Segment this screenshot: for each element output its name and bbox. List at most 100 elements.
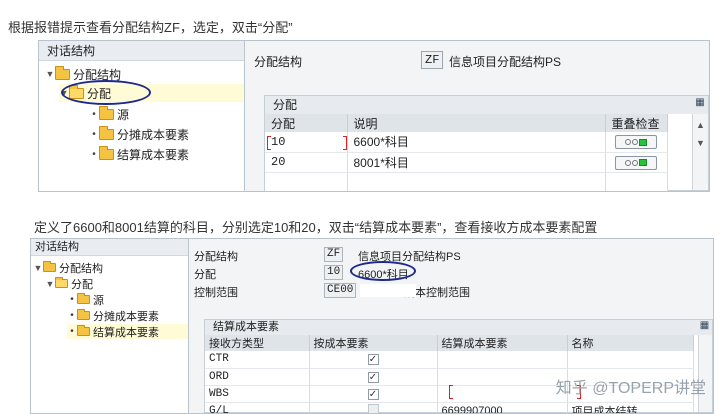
tree-node-level1[interactable]: ▼ 分配 bbox=[45, 276, 93, 291]
assignment-table: 分配 说明 重叠检查 10 6600*科目 20 8001*科目 bbox=[265, 114, 668, 191]
tree-node-child[interactable]: • 分摊成本要素 bbox=[67, 308, 159, 323]
red-marker bbox=[449, 385, 453, 399]
by-element-checkbox[interactable]: ✓ bbox=[367, 354, 379, 366]
folder-icon bbox=[55, 65, 70, 80]
empty-cell bbox=[265, 172, 348, 191]
assignment-cell[interactable]: 10 bbox=[265, 132, 348, 153]
receiver-type-cell[interactable]: G/L bbox=[205, 402, 310, 413]
text-cell[interactable]: 8001*科目 bbox=[347, 152, 606, 173]
tree-node-child[interactable]: • 结算成本要素 bbox=[89, 145, 189, 163]
folder-open-icon bbox=[55, 277, 68, 288]
circle-icon bbox=[632, 159, 638, 166]
controlling-area-key-field[interactable]: CE00 bbox=[324, 283, 357, 298]
vertical-scrollbar[interactable]: ▲ ▼ bbox=[692, 114, 708, 190]
tree-node-root[interactable]: ▼ 分配结构 bbox=[33, 260, 103, 275]
chevron-down-icon[interactable]: ▼ bbox=[33, 263, 43, 273]
structure-key-field[interactable]: ZF bbox=[421, 51, 444, 69]
chevron-down-icon[interactable]: ▼ bbox=[45, 279, 55, 289]
tree-node-label: 分摊成本要素 bbox=[117, 127, 190, 142]
name-cell bbox=[567, 351, 694, 369]
green-status-icon bbox=[639, 138, 647, 146]
tree-node-label: 分摊成本要素 bbox=[93, 310, 159, 323]
scroll-down-icon[interactable]: ▼ bbox=[693, 138, 708, 148]
tree-node-label: 分配结构 bbox=[59, 262, 103, 275]
watermark: 知乎 @TOPERP讲堂 bbox=[555, 380, 706, 397]
tree-node-label: 源 bbox=[93, 294, 104, 307]
table-settings-icon[interactable]: ▦ bbox=[693, 97, 707, 113]
folder-icon bbox=[43, 261, 56, 272]
caption-middle: 定义了6600和8001结算的科目，分别选定10和20，双击“结算成本要素”，查… bbox=[34, 220, 598, 235]
tree-node-label: 结算成本要素 bbox=[117, 147, 190, 162]
by-element-cell[interactable]: ✓ bbox=[309, 351, 438, 369]
by-element-cell[interactable] bbox=[309, 402, 438, 413]
assignment-group: 分配 分配 说明 重叠检查 10 6600*科目 20 8001*科目 ▲ ▼ … bbox=[264, 95, 709, 191]
circle-icon bbox=[632, 139, 638, 146]
tree-node-child[interactable]: • 源 bbox=[89, 105, 129, 123]
circle-icon bbox=[625, 159, 631, 166]
column-header[interactable]: 说明 bbox=[347, 114, 606, 132]
element-cell[interactable] bbox=[437, 385, 568, 403]
red-marker bbox=[267, 136, 271, 150]
caption-top: 根据报错提示查看分配结构ZF，选定，双击“分配” bbox=[8, 20, 293, 35]
chevron-down-icon[interactable]: ▼ bbox=[45, 69, 55, 79]
tree-node-label: 分配 bbox=[71, 278, 93, 291]
name-cell: 项目成本结转 bbox=[567, 402, 694, 413]
overlap-check-button[interactable] bbox=[615, 135, 657, 150]
column-header[interactable]: 结算成本要素 bbox=[437, 335, 568, 351]
table-row[interactable]: G/L 6699907000 项目成本结转 bbox=[205, 402, 694, 413]
table-row[interactable]: 20 8001*科目 bbox=[265, 152, 668, 173]
table-settings-icon[interactable]: ▦ bbox=[698, 320, 711, 335]
structure-key-field[interactable]: ZF bbox=[324, 247, 344, 262]
column-header[interactable]: 重叠检查 bbox=[605, 114, 668, 132]
by-element-checkbox[interactable]: ✓ bbox=[367, 371, 379, 383]
empty-cell bbox=[347, 172, 606, 191]
folder-icon bbox=[99, 145, 114, 160]
column-header[interactable]: 分配 bbox=[265, 114, 348, 132]
group-title: 分配 bbox=[265, 96, 708, 114]
overlap-check-cell[interactable] bbox=[605, 152, 668, 173]
structure-label: 分配结构 bbox=[194, 251, 238, 263]
column-header[interactable]: 名称 bbox=[567, 335, 694, 351]
by-element-cell[interactable]: ✓ bbox=[309, 368, 438, 386]
group-title: 结算成本要素 bbox=[205, 320, 712, 335]
receiver-type-cell[interactable]: WBS bbox=[205, 385, 310, 403]
bullet-icon: • bbox=[92, 148, 96, 160]
element-cell[interactable] bbox=[437, 351, 568, 369]
redacted-area bbox=[360, 284, 416, 297]
receiver-type-cell[interactable]: ORD bbox=[205, 368, 310, 386]
tree-node-child[interactable]: • 分摊成本要素 bbox=[89, 125, 189, 143]
tree-node-label: 结算成本要素 bbox=[93, 326, 159, 339]
table-row[interactable]: 10 6600*科目 bbox=[265, 132, 668, 153]
tree-node-label: 源 bbox=[117, 107, 130, 122]
structure-label: 分配结构 bbox=[254, 55, 303, 69]
table-row[interactable]: CTR ✓ bbox=[205, 351, 694, 369]
bullet-icon: • bbox=[70, 310, 74, 321]
assignment-cell[interactable]: 20 bbox=[265, 152, 348, 173]
dialog-structure-tree: 对话结构 ▼ 分配结构 ▼ 分配 • 源 • 分摊成本要素 • 结算成本要素 bbox=[39, 41, 245, 191]
column-header[interactable]: 接收方类型 bbox=[205, 335, 310, 351]
tree-node-child[interactable]: • 源 bbox=[67, 292, 104, 307]
folder-icon bbox=[99, 105, 114, 120]
receiver-type-cell[interactable]: CTR bbox=[205, 351, 310, 369]
sap-screen-top: 对话结构 ▼ 分配结构 ▼ 分配 • 源 • 分摊成本要素 • 结算成本要素 分… bbox=[38, 40, 710, 192]
by-element-checkbox[interactable]: ✓ bbox=[367, 388, 379, 400]
scroll-up-icon[interactable]: ▲ bbox=[693, 120, 708, 130]
highlight-circle bbox=[61, 80, 151, 105]
by-element-cell[interactable]: ✓ bbox=[309, 385, 438, 403]
element-cell[interactable] bbox=[437, 368, 568, 386]
by-element-checkbox[interactable] bbox=[367, 403, 379, 413]
assignment-key-field[interactable]: 10 bbox=[324, 265, 344, 280]
bullet-icon: • bbox=[92, 108, 96, 120]
controlling-area-label: 控制范围 bbox=[194, 287, 238, 299]
tree-node-selected[interactable]: • 结算成本要素 bbox=[67, 324, 188, 339]
element-cell[interactable]: 6699907000 bbox=[437, 402, 568, 413]
column-header[interactable]: 按成本要素 bbox=[309, 335, 438, 351]
text-cell[interactable]: 6600*科目 bbox=[347, 132, 606, 153]
empty-cell bbox=[605, 172, 668, 191]
circle-icon bbox=[625, 139, 631, 146]
overlap-check-cell[interactable] bbox=[605, 132, 668, 153]
folder-icon bbox=[99, 125, 114, 140]
overlap-check-button[interactable] bbox=[615, 155, 657, 170]
tree-title: 对话结构 bbox=[39, 41, 244, 61]
red-marker bbox=[343, 136, 347, 150]
